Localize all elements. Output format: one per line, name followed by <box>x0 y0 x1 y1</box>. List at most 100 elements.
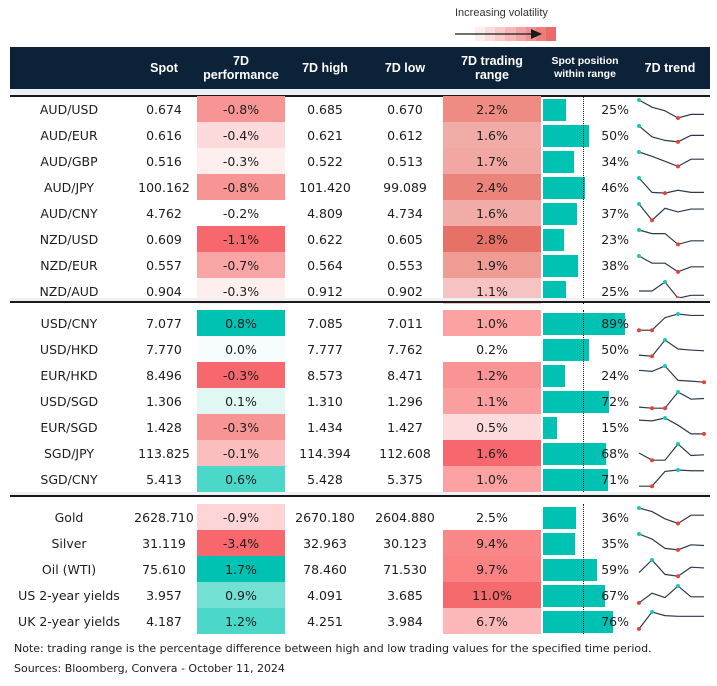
instrument-name: EUR/HKD <box>40 367 98 383</box>
high-value: 7.085 <box>307 315 343 331</box>
sparkline-line <box>638 365 705 383</box>
spot-value: 8.496 <box>146 367 182 383</box>
instrument-name: AUD/EUR <box>40 127 98 143</box>
trend-sparkline <box>634 466 710 492</box>
spot-position-cell: 68% <box>543 440 633 466</box>
sparkline-chart <box>637 254 704 274</box>
low-value: 0.605 <box>387 231 423 247</box>
sparkline-high-point <box>663 280 667 284</box>
section-divider <box>10 495 710 497</box>
performance-cell: 1.2% <box>197 608 285 634</box>
table-row: AUD/USD 0.674 -0.8% 0.685 0.670 2.2% 25% <box>10 96 710 122</box>
sparkline-chart <box>637 532 705 552</box>
trading-range-cell: 1.6% <box>443 200 541 226</box>
sparkline-chart <box>639 468 704 489</box>
sparkline-high-point <box>676 312 680 316</box>
trend-sparkline <box>634 96 710 122</box>
spot-position-label: 23% <box>601 231 629 247</box>
trend-sparkline <box>634 504 710 530</box>
sparkline-line <box>638 417 704 435</box>
instrument-name: Silver <box>51 535 87 551</box>
low-value: 4.734 <box>387 205 423 221</box>
performance-cell: 1.7% <box>197 556 285 582</box>
spot-position-label: 59% <box>601 561 629 577</box>
sparkline-high-point <box>676 584 680 588</box>
spot-position-label: 50% <box>601 127 629 143</box>
instrument-name: USD/CNY <box>40 315 98 331</box>
low-value: 0.553 <box>387 257 423 273</box>
trend-sparkline <box>634 440 710 466</box>
spot-position-cell: 15% <box>543 414 633 440</box>
spot-position-bar <box>543 507 577 529</box>
header-performance: 7D performance <box>203 54 279 82</box>
table-row: AUD/JPY 100.162 -0.8% 101.420 99.089 2.4% 46% <box>10 174 710 200</box>
trading-range-cell: 6.7% <box>443 608 541 634</box>
spot-value: 4.187 <box>146 613 182 629</box>
instrument-name: Oil (WTI) <box>41 561 97 577</box>
sparkline-chart <box>638 442 705 463</box>
sparkline-low-point <box>637 626 641 631</box>
spot-position-cell: 71% <box>543 466 633 492</box>
performance-cell: -1.1% <box>197 226 285 252</box>
sparkline-high-point <box>650 610 654 614</box>
header-trend: 7D trend <box>644 61 696 75</box>
low-value: 2604.880 <box>375 509 435 525</box>
table-row: NZD/EUR 0.557 -0.7% 0.564 0.553 1.9% 38% <box>10 252 710 278</box>
sparkline-line <box>639 469 704 487</box>
spot-value: 7.770 <box>146 341 182 357</box>
sources-note: Sources: Bloomberg, Convera - October 11… <box>14 662 285 675</box>
table-row: EUR/HKD 8.496 -0.3% 8.573 8.471 1.2% 24% <box>10 362 710 388</box>
low-value: 112.608 <box>379 445 431 461</box>
high-value: 2670.180 <box>295 509 355 525</box>
legend-swatch <box>545 27 556 41</box>
sparkline-high-point <box>637 98 641 102</box>
trading-range-cell: 2.2% <box>443 96 541 122</box>
spot-value: 100.162 <box>138 179 190 195</box>
spot-position-cell: 24% <box>543 362 633 388</box>
spot-position-bar <box>543 151 575 173</box>
sparkline-low-point <box>676 521 680 526</box>
high-value: 4.091 <box>307 587 343 603</box>
spot-position-bar <box>543 559 598 581</box>
sparkline-chart <box>637 124 704 144</box>
instrument-name: AUD/USD <box>39 101 99 117</box>
sparkline-low-point <box>676 139 680 144</box>
spot-position-bar <box>543 203 578 225</box>
table-row: AUD/GBP 0.516 -0.3% 0.522 0.513 1.7% 34% <box>10 148 710 174</box>
sparkline-low-point <box>650 406 654 411</box>
arrow-right-icon <box>455 29 542 39</box>
high-value: 0.522 <box>307 153 343 169</box>
sparkline-high-point <box>663 338 667 342</box>
performance-cell: -0.9% <box>197 504 285 530</box>
sparkline-high-point <box>663 364 667 368</box>
spot-position-cell: 25% <box>543 96 633 122</box>
table-row: Silver 31.119 -3.4% 32.963 30.123 9.4% 35% <box>10 530 710 556</box>
trading-range-cell: 2.5% <box>443 504 541 530</box>
high-value: 8.573 <box>307 367 343 383</box>
sparkline-low-point <box>676 269 680 274</box>
table-row: USD/HKD 7.770 0.0% 7.777 7.762 0.2% 50% <box>10 336 710 362</box>
instrument-name: Gold <box>54 509 84 525</box>
spot-position-bar <box>543 443 606 465</box>
instrument-name: AUD/GBP <box>40 153 98 169</box>
trading-range-cell: 1.0% <box>443 466 541 492</box>
table-header: Spot 7D performance 7D high 7D low 7D tra… <box>10 47 710 89</box>
trading-range-cell: 1.2% <box>443 362 541 388</box>
spot-position-label: 76% <box>601 613 629 629</box>
trend-sparkline <box>634 530 710 556</box>
trend-sparkline <box>634 414 710 440</box>
table-row: NZD/USD 0.609 -1.1% 0.622 0.605 2.8% 23% <box>10 226 710 252</box>
trend-sparkline <box>634 252 710 278</box>
header-high: 7D high <box>302 61 348 75</box>
high-value: 114.394 <box>299 445 351 461</box>
spot-position-bar <box>543 585 605 607</box>
spot-position-bar <box>543 533 576 555</box>
sparkline-line <box>638 339 705 357</box>
spot-value: 7.077 <box>146 315 182 331</box>
spot-position-cell: 59% <box>543 556 633 582</box>
spot-position-label: 50% <box>601 341 629 357</box>
sparkline-chart <box>638 364 706 385</box>
performance-cell: -0.3% <box>197 148 285 174</box>
instrument-name: NZD/USD <box>39 231 99 247</box>
sparkline-high-point <box>637 532 641 536</box>
